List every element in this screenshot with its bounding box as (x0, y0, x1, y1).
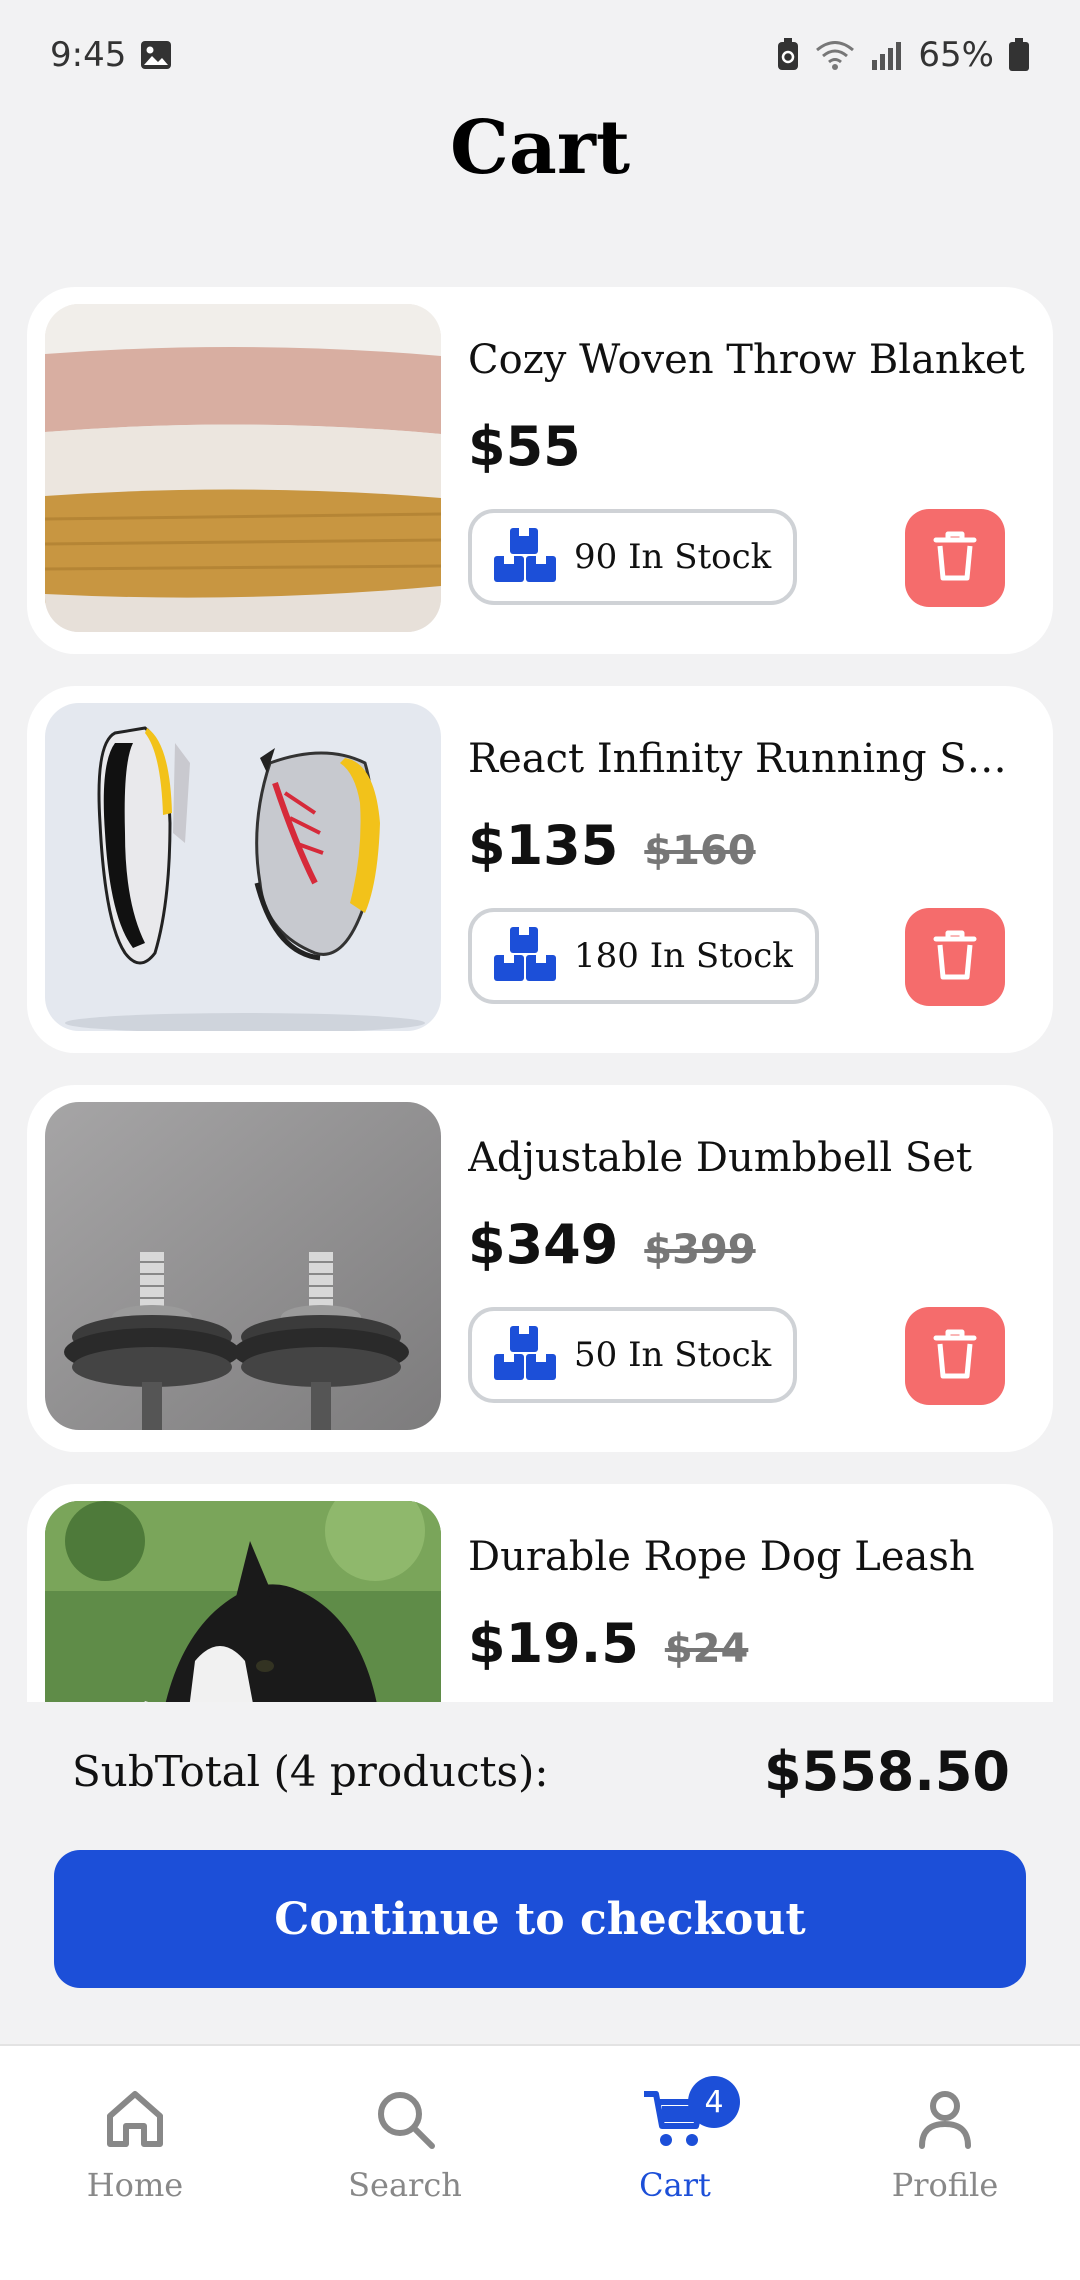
stock-text: 90 In Stock (574, 537, 772, 577)
bottom-nav: Home Search 4 Cart Profile (0, 2044, 1080, 2280)
trash-icon (932, 530, 978, 586)
product-name: Durable Rope Dog Leash (468, 1534, 975, 1580)
status-right: 65% (776, 35, 1030, 75)
original-price: $160 (644, 828, 756, 874)
price-row: $135 $160 (468, 814, 756, 877)
trash-icon (932, 929, 978, 985)
status-bar: 9:45 65% (0, 0, 1080, 110)
nav-search[interactable]: Search (270, 2046, 540, 2280)
trash-icon (932, 1328, 978, 1384)
original-price: $24 (664, 1626, 749, 1672)
battery-saver-icon (776, 38, 800, 72)
price-row: $19.5 $24 (468, 1612, 748, 1675)
checkout-button[interactable]: Continue to checkout (54, 1850, 1026, 1988)
page-title: Cart (449, 105, 630, 191)
signal-icon (870, 40, 904, 70)
home-icon (102, 2086, 168, 2156)
product-price: $19.5 (468, 1612, 639, 1675)
product-name: Adjustable Dumbbell Set (468, 1135, 972, 1181)
cart-item[interactable]: Adjustable Dumbbell Set $349 $399 50 In … (27, 1085, 1053, 1452)
wifi-icon (814, 39, 856, 71)
status-time: 9:45 (50, 35, 127, 75)
delete-button[interactable] (905, 1307, 1005, 1405)
product-name: Cozy Woven Throw Blanket (468, 337, 1025, 383)
product-image-blanket[interactable] (45, 304, 441, 632)
cart-list[interactable]: Cozy Woven Throw Blanket $55 90 In Stock (27, 287, 1053, 1702)
battery-percent: 65% (918, 35, 994, 75)
stock-badge: 180 In Stock (468, 908, 819, 1004)
delete-button[interactable] (905, 509, 1005, 607)
boxes-icon (492, 1324, 558, 1386)
subtotal-label: SubTotal (4 products): (72, 1747, 549, 1796)
battery-icon (1008, 38, 1030, 72)
subtotal-value: $558.50 (764, 1740, 1010, 1803)
stock-badge: 90 In Stock (468, 509, 798, 605)
nav-label: Search (348, 2166, 462, 2204)
product-price: $349 (468, 1213, 619, 1276)
nav-label: Home (86, 2166, 184, 2204)
subtotal-row: SubTotal (4 products): $558.50 (72, 1740, 1010, 1803)
stock-badge: 50 In Stock (468, 1307, 798, 1403)
original-price: $399 (644, 1227, 756, 1273)
boxes-icon (492, 526, 558, 588)
delete-button[interactable] (905, 908, 1005, 1006)
nav-profile[interactable]: Profile (810, 2046, 1080, 2280)
boxes-icon (492, 925, 558, 987)
product-image-dog[interactable] (45, 1501, 441, 1702)
status-left: 9:45 (50, 35, 172, 75)
product-price: $55 (468, 415, 581, 478)
price-row: $55 (468, 415, 581, 478)
cart-item[interactable]: Durable Rope Dog Leash $19.5 $24 (27, 1484, 1053, 1702)
stock-text: 180 In Stock (574, 936, 793, 976)
price-row: $349 $399 (468, 1213, 756, 1276)
nav-home[interactable]: Home (0, 2046, 270, 2280)
product-name: React Infinity Running Sh... (468, 736, 1028, 782)
gallery-icon (140, 40, 172, 70)
product-image-shoes[interactable] (45, 703, 441, 1031)
cart-item[interactable]: Cozy Woven Throw Blanket $55 90 In Stock (27, 287, 1053, 654)
nav-label: Cart (639, 2166, 711, 2204)
nav-cart[interactable]: 4 Cart (540, 2046, 810, 2280)
profile-icon (912, 2086, 978, 2156)
cart-count-badge: 4 (688, 2076, 740, 2128)
stock-text: 50 In Stock (574, 1335, 772, 1375)
product-price: $135 (468, 814, 619, 877)
nav-label: Profile (891, 2166, 999, 2204)
product-image-dumbbells[interactable] (45, 1102, 441, 1430)
search-icon (372, 2086, 438, 2156)
cart-item[interactable]: React Infinity Running Sh... $135 $160 1… (27, 686, 1053, 1053)
